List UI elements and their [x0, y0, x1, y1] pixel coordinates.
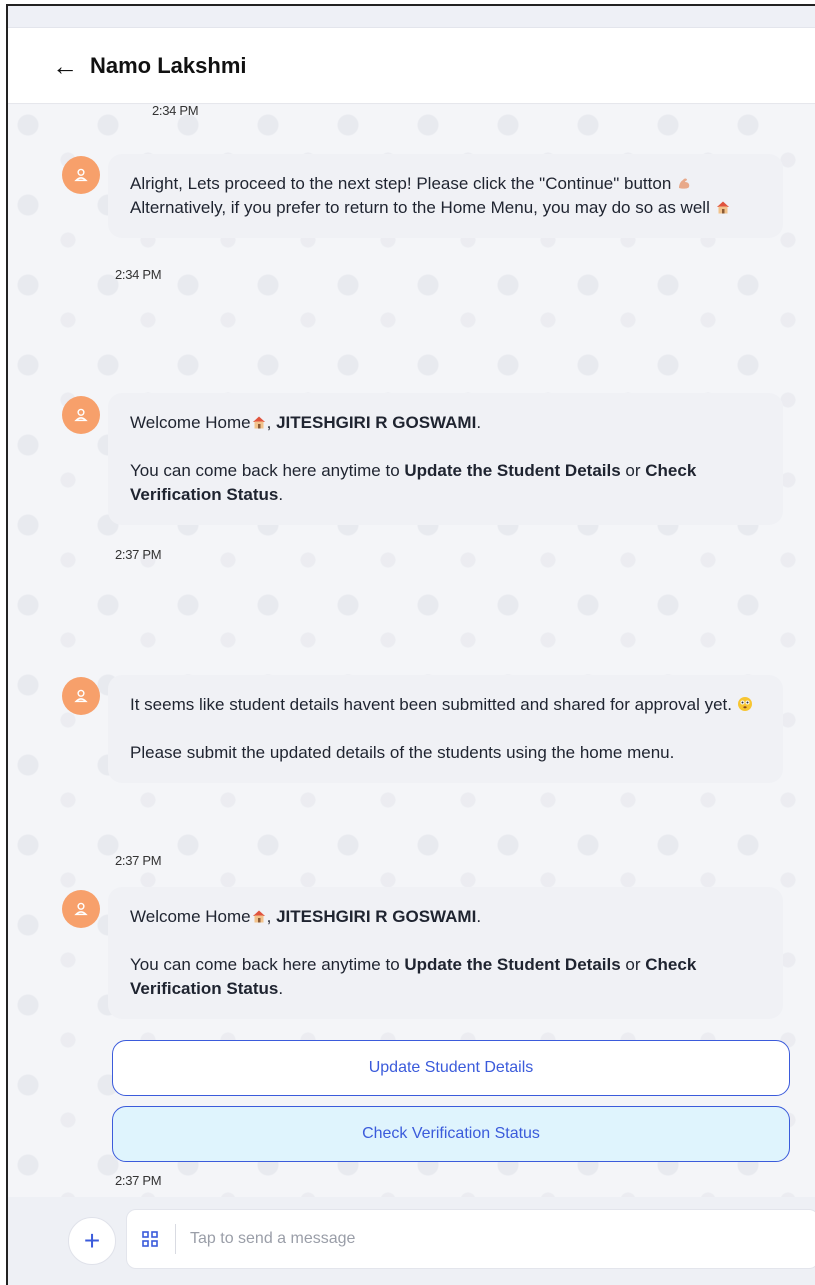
flushed-face-emoji	[737, 695, 753, 711]
timestamp: 2:37 PM	[115, 547, 162, 562]
user-icon	[62, 890, 100, 928]
house-emoji	[251, 413, 267, 429]
message-bubble: Welcome Home, JITESHGIRI R GOSWAMI. You c…	[108, 393, 783, 525]
message-text-bold: JITESHGIRI R GOSWAMI	[276, 413, 477, 432]
top-strip	[8, 6, 815, 28]
message-text: Welcome Home	[130, 413, 251, 432]
message-text: Alright, Lets proceed to the next step! …	[130, 174, 677, 193]
message-text: .	[476, 413, 482, 432]
message-composer: +	[8, 1197, 815, 1285]
message-input-container	[126, 1209, 815, 1269]
message-paragraph: It seems like student details havent bee…	[130, 693, 761, 717]
message-paragraph: You can come back here anytime to Update…	[130, 459, 761, 507]
user-icon	[62, 156, 100, 194]
message-text-bold: Update the Student Details	[404, 461, 621, 480]
user-icon	[62, 396, 100, 434]
message-text: Please submit the updated details of the…	[130, 743, 675, 762]
message-text: or	[620, 955, 646, 974]
message-text: .	[476, 907, 482, 926]
divider	[175, 1224, 176, 1254]
message-text: .	[278, 485, 284, 504]
user-icon	[62, 677, 100, 715]
flexed-biceps-emoji	[676, 174, 692, 190]
contact-name: Namo Lakshmi	[90, 52, 247, 78]
message-text: It seems like student details havent bee…	[130, 695, 737, 714]
message-paragraph: Alright, Lets proceed to the next step! …	[130, 172, 761, 220]
timestamp: 2:34 PM	[152, 103, 199, 118]
timestamp: 2:37 PM	[115, 853, 162, 868]
message-list[interactable]: 2:34 PM Alright, Lets proceed to the nex…	[8, 103, 815, 1197]
message-text: You can come back here anytime to	[130, 461, 405, 480]
message-text: or	[620, 461, 646, 480]
message-text: .	[278, 979, 284, 998]
timestamp: 2:34 PM	[115, 267, 162, 282]
message-text: ,	[266, 413, 277, 432]
chat-header: ← Namo Lakshmi	[8, 28, 815, 104]
arrow-left-icon[interactable]: ←	[52, 53, 78, 79]
house-emoji	[715, 198, 731, 214]
message-input[interactable]	[190, 1230, 815, 1248]
message-bubble: Welcome Home, JITESHGIRI R GOSWAMI. You c…	[108, 887, 783, 1019]
check-verification-status-button[interactable]: Check Verification Status	[112, 1106, 790, 1162]
message-paragraph: Welcome Home, JITESHGIRI R GOSWAMI.	[130, 905, 761, 929]
message-text: Alternatively, if you prefer to return t…	[130, 198, 715, 217]
chat-window: ← Namo Lakshmi 2:34 PM Alright, Lets pro…	[6, 4, 815, 1285]
timestamp: 2:37 PM	[115, 1173, 162, 1188]
message-text: ,	[266, 907, 277, 926]
message-text: Welcome Home	[130, 907, 251, 926]
message-paragraph: Please submit the updated details of the…	[130, 741, 761, 765]
plus-icon[interactable]: +	[68, 1217, 116, 1265]
message-paragraph: Welcome Home, JITESHGIRI R GOSWAMI.	[130, 411, 761, 435]
message-text: You can come back here anytime to	[130, 955, 405, 974]
message-bubble: Alright, Lets proceed to the next step! …	[108, 154, 783, 238]
update-student-details-button[interactable]: Update Student Details	[112, 1040, 790, 1096]
message-text-bold: Update the Student Details	[404, 955, 621, 974]
message-text-bold: JITESHGIRI R GOSWAMI	[276, 907, 477, 926]
house-emoji	[251, 907, 267, 923]
message-paragraph: You can come back here anytime to Update…	[130, 953, 761, 1001]
message-bubble: It seems like student details havent bee…	[108, 675, 783, 783]
grid-icon[interactable]	[139, 1228, 161, 1250]
